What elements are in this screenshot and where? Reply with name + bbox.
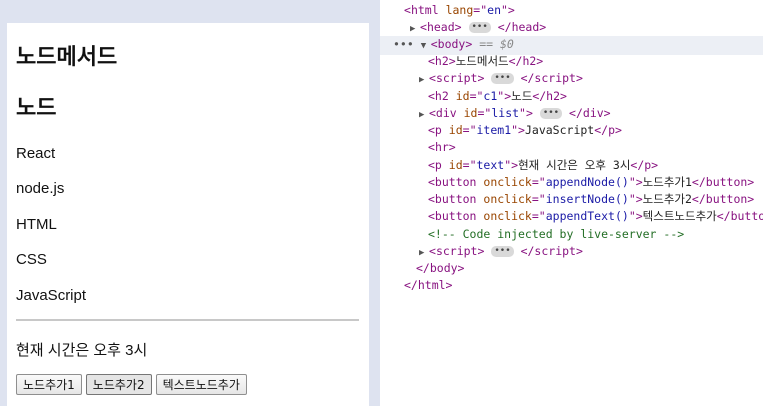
collapsed-ellipsis-icon[interactable]: •••	[491, 73, 514, 84]
expand-triangle-icon[interactable]: ▶	[419, 72, 429, 89]
heading-node-methods: 노드메서드	[16, 44, 118, 69]
list-item: node.js	[16, 180, 65, 197]
dom-node-h2-c1[interactable]: <h2 id="c1">노드</h2>	[380, 88, 763, 105]
devtools-elements-panel: <html lang="en"> ▶ <head> ••• </head> •••…	[380, 0, 763, 406]
dom-node-comment[interactable]: <!-- Code injected by live-server -->	[380, 226, 763, 243]
dom-node-button-insert[interactable]: <button onclick="insertNode()">노드추가2</bu…	[380, 191, 763, 208]
browser-viewport: 노드메서드 노드 React node.js HTML CSS JavaScri…	[0, 0, 380, 406]
item1-paragraph: JavaScript	[16, 287, 87, 304]
time-text: 현재 시간은 오후 3시	[16, 342, 148, 359]
dom-node-html[interactable]: <html lang="en">	[380, 2, 763, 19]
append-node-button[interactable]: 노드추가1	[16, 374, 82, 395]
append-text-button[interactable]: 텍스트노드추가	[155, 374, 247, 395]
collapsed-ellipsis-icon[interactable]: •••	[491, 246, 514, 257]
horizontal-rule	[16, 319, 359, 321]
list-item: CSS	[16, 251, 47, 268]
dom-node-script[interactable]: ▶ <script> ••• </script>	[380, 70, 763, 89]
dom-node-body-close[interactable]: </body>	[380, 260, 763, 277]
collapsed-ellipsis-icon[interactable]: •••	[539, 108, 563, 119]
list-item: React	[16, 145, 56, 162]
list-item: HTML	[16, 216, 57, 233]
insert-node-button[interactable]: 노드추가2	[85, 374, 152, 395]
rendered-page: 노드메서드 노드 React node.js HTML CSS JavaScri…	[7, 23, 369, 406]
collapsed-ellipsis-icon[interactable]: •••	[468, 22, 491, 33]
dom-node-button-text[interactable]: <button onclick="appendText()">텍스트노드추가</…	[380, 208, 763, 225]
more-dots-icon[interactable]: •••	[393, 37, 414, 51]
button-row: 노드추가1 노드추가2 텍스트노드추가	[16, 374, 247, 395]
dom-node-button-append[interactable]: <button onclick="appendNode()">노드추가1</bu…	[380, 174, 763, 191]
heading-node: 노드	[16, 95, 57, 120]
dom-node-h2[interactable]: <h2>노드메서드</h2>	[380, 53, 763, 70]
dom-node-p-text[interactable]: <p id="text">현재 시간은 오후 3시</p>	[380, 157, 763, 174]
dom-node-p-item1[interactable]: <p id="item1">JavaScript</p>	[380, 122, 763, 139]
dom-node-hr[interactable]: <hr>	[380, 139, 763, 156]
dom-node-html-close[interactable]: </html>	[380, 277, 763, 294]
